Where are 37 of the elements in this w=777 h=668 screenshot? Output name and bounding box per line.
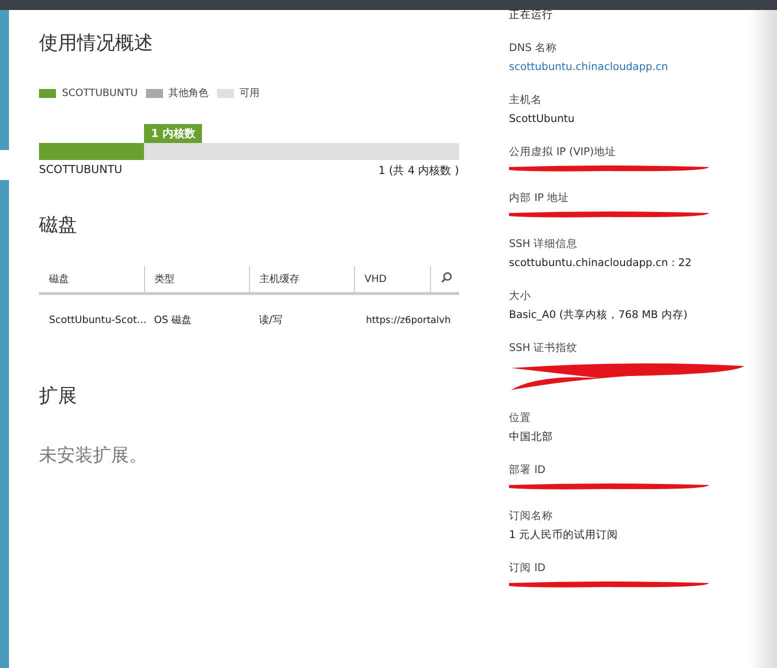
table-cell: https://z6portalvh — [354, 294, 459, 327]
property-label: SSH 详细信息 — [509, 237, 579, 251]
table-cell: OS 磁盘 — [144, 294, 249, 327]
column-header[interactable]: 类型 — [144, 266, 249, 294]
property-value: 1 元人民币的试用订阅 — [509, 528, 620, 542]
bar-reading: 1 (共 4 内核数 ) — [378, 163, 459, 178]
table-cell: ScottUbuntu-Scot... — [39, 294, 144, 327]
property-value: Basic_A0 (共享内核，768 MB 内存) — [509, 308, 688, 322]
property-label: 位置 — [509, 411, 532, 425]
property-label: SSH 证书指纹 — [509, 341, 579, 355]
table-cell: 读/写 — [249, 294, 354, 327]
search-icon[interactable] — [440, 272, 452, 283]
column-header[interactable]: 磁盘 — [39, 266, 144, 294]
property-label: 公用虚拟 IP (VIP)地址 — [509, 145, 617, 159]
property-value: ScottUbuntu — [509, 112, 576, 126]
property-value: 中国北部 — [509, 430, 554, 444]
property-label: 内部 IP 地址 — [509, 191, 570, 205]
legend-label: SCOTTUBUNTU — [62, 88, 138, 98]
column-header[interactable]: VHD — [354, 266, 430, 294]
section-title: 磁盘 — [39, 213, 78, 238]
property-label: 主机名 — [509, 93, 543, 107]
legend-label: 其他角色 — [168, 86, 209, 100]
legend-label: 可用 — [240, 87, 260, 100]
column-header[interactable]: 主机缓存 — [249, 266, 354, 294]
dns-link[interactable]: scottubuntu.chinacloudapp.cn — [509, 60, 749, 74]
property-label: 部署 ID — [509, 463, 547, 477]
bar-label: SCOTTUBUNTU — [39, 163, 122, 178]
property-label: 订阅 ID — [509, 561, 547, 575]
section-title: 使用情况概述 — [39, 31, 154, 56]
property-label: DNS 名称 — [509, 41, 558, 55]
property-label: 大小 — [509, 289, 532, 303]
property-label: 订阅名称 — [509, 509, 554, 523]
empty-message: 未安装扩展。 — [39, 444, 148, 467]
property-value: scottubuntu.chinacloudapp.cn : 22 — [509, 256, 693, 270]
section-title: 扩展 — [39, 384, 78, 409]
property-value: 正在运行 — [509, 8, 554, 22]
cores-callout: 1 内核数 — [144, 124, 202, 143]
